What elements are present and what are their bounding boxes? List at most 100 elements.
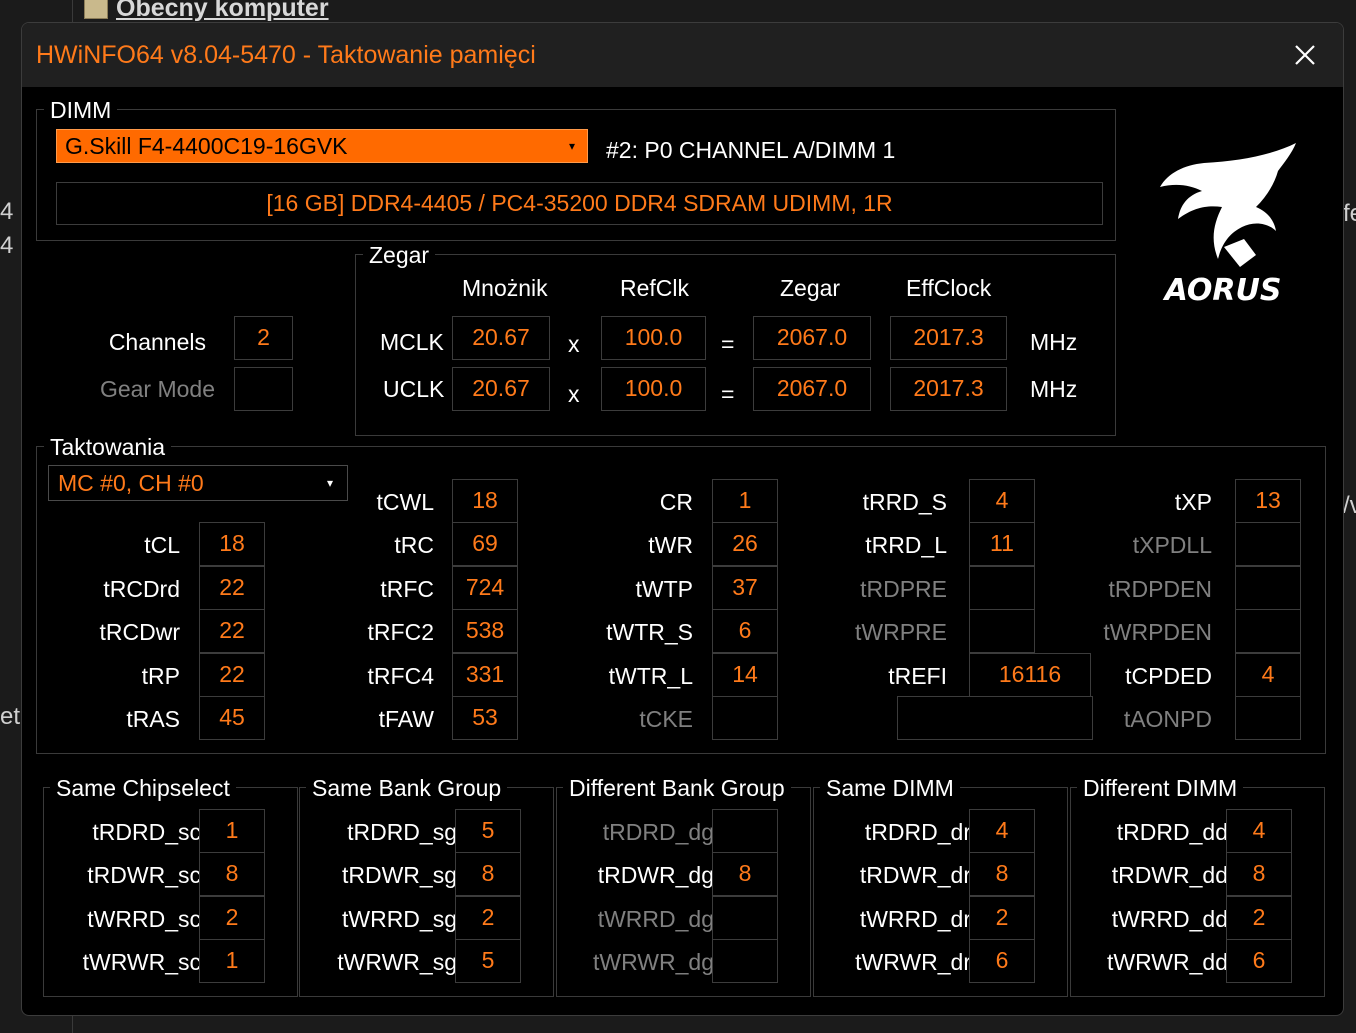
trfc2-label: tRFC2	[367, 619, 434, 645]
trfc-value: 724	[465, 574, 505, 600]
txp-value: 13	[1255, 487, 1281, 513]
trfc2-value: 538	[465, 617, 505, 643]
trfc4-box: 331	[452, 653, 518, 697]
tcl-label: tCL	[144, 532, 180, 558]
trefi-box: 16116	[969, 653, 1091, 697]
cr-box: 1	[712, 479, 778, 523]
trdwr-dg-value: 8	[738, 860, 752, 886]
twrrd-sg-value: 2	[481, 904, 495, 930]
trdwr-dr-box: 8	[969, 852, 1035, 896]
clock-header-multiplier: Mnożnik	[462, 275, 548, 301]
trdwr-dd-label: tRDWR_dd	[1111, 862, 1228, 888]
trdrd-sc-box: 1	[199, 809, 265, 853]
trcdrd-value: 22	[219, 574, 245, 600]
twtr-s-value: 6	[738, 617, 752, 643]
twrwr-dr-box: 6	[969, 939, 1035, 983]
twrpre-label: tWRPRE	[855, 619, 947, 645]
txpdll-box	[1235, 522, 1301, 566]
different-dimm-group-label: Different DIMM	[1077, 775, 1244, 801]
twrwr-sg-box: 5	[455, 939, 521, 983]
background-tree-item[interactable]: Obecny komputer	[84, 0, 329, 23]
tcpded-label: tCPDED	[1125, 663, 1212, 689]
twrwr-dd-value: 6	[1252, 947, 1266, 973]
trdpden-label: tRDPDEN	[1108, 576, 1212, 602]
mclk-multiplier-box: 20.67	[452, 316, 550, 360]
uclk-refclk: 100.0	[624, 375, 683, 401]
twrpden-label: tWRPDEN	[1103, 619, 1212, 645]
tcl-box: 18	[199, 522, 265, 566]
trp-box: 22	[199, 653, 265, 697]
twrrd-dd-value: 2	[1252, 904, 1266, 930]
clock-group-label: Zegar	[363, 242, 436, 268]
taonpd-box	[1235, 696, 1301, 740]
trc-label: tRC	[394, 532, 434, 558]
twtp-box: 37	[712, 566, 778, 610]
twr-box: 26	[712, 522, 778, 566]
trcdwr-box: 22	[199, 609, 265, 653]
trrd-s-box: 4	[969, 479, 1035, 523]
trdpre-label: tRDPRE	[860, 576, 947, 602]
dimm-module-value: G.Skill F4-4400C19-16GVK	[65, 133, 348, 159]
trdrd-sc-value: 1	[225, 817, 239, 843]
tcwl-label: tCWL	[376, 489, 435, 515]
close-icon[interactable]	[1291, 41, 1319, 69]
background-title: Obecny komputer	[116, 0, 329, 22]
trfc4-value: 331	[465, 661, 505, 687]
memory-controller-select[interactable]: MC #0, CH #0 ▾	[48, 465, 348, 501]
trfc-label: tRFC	[380, 576, 434, 602]
trdrd-dr-box: 4	[969, 809, 1035, 853]
tcke-box	[712, 696, 778, 740]
mclk-multiplier: 20.67	[472, 324, 530, 350]
trrd-l-value: 11	[990, 530, 1014, 556]
trdwr-dr-label: tRDWR_dr	[859, 862, 971, 888]
trdwr-sg-label: tRDWR_sg	[341, 862, 457, 888]
same-bank-group-group-label: Same Bank Group	[306, 775, 508, 801]
trcdwr-value: 22	[219, 617, 245, 643]
chevron-down-icon: ▾	[326, 476, 333, 490]
trdrd-dd-box: 4	[1226, 809, 1292, 853]
trdwr-dg-label: tRDWR_dg	[597, 862, 714, 888]
trrd-s-value: 4	[995, 487, 1009, 513]
twtr-l-value: 14	[732, 661, 758, 687]
uclk-effclock: 2017.3	[913, 375, 984, 401]
uclk-op-eq: =	[721, 381, 735, 407]
twrwr-dg-label: tWRWR_dg	[593, 949, 714, 975]
memory-timings-window: HWiNFO64 v8.04-5470 - Taktowanie pamięci…	[21, 22, 1344, 1016]
same-dimm-group-label: Same DIMM	[820, 775, 960, 801]
twrrd-dr-box: 2	[969, 896, 1035, 940]
mclk-effclock: 2017.3	[913, 324, 984, 350]
different-bank-group-group-label: Different Bank Group	[563, 775, 791, 801]
trrd-s-label: tRRD_S	[862, 489, 947, 515]
tras-label: tRAS	[126, 706, 180, 732]
dimm-description: [16 GB] DDR4-4405 / PC4-35200 DDR4 SDRAM…	[266, 190, 893, 216]
channels-value: 2	[257, 324, 270, 350]
window-title: HWiNFO64 v8.04-5470 - Taktowanie pamięci	[36, 41, 536, 69]
clock-header-refclk: RefClk	[620, 275, 690, 301]
twtp-label: tWTP	[635, 576, 694, 602]
computer-icon	[84, 0, 108, 20]
tras-box: 45	[199, 696, 265, 740]
background-fragment: fe	[1343, 200, 1356, 227]
mclk-refclk: 100.0	[624, 324, 683, 350]
twrwr-dr-label: tWRWR_dr	[855, 949, 971, 975]
trdwr-sc-box: 8	[199, 852, 265, 896]
channels-box: 2	[234, 316, 293, 360]
uclk-label: UCLK	[383, 376, 445, 402]
trdwr-sc-label: tRDWR_sc	[87, 862, 201, 888]
title-bar[interactable]: HWiNFO64 v8.04-5470 - Taktowanie pamięci	[22, 23, 1343, 87]
mclk-effclock-box: 2017.3	[890, 316, 1007, 360]
twrrd-dd-box: 2	[1226, 896, 1292, 940]
txp-box: 13	[1235, 479, 1301, 523]
tcwl-value: 18	[472, 487, 498, 513]
background-fragment: et	[0, 703, 21, 730]
twrpre-box	[969, 609, 1035, 653]
twrwr-dd-box: 6	[1226, 939, 1292, 983]
tras-value: 45	[219, 704, 245, 730]
dimm-slot-label: #2: P0 CHANNEL A/DIMM 1	[606, 137, 896, 163]
dimm-module-select[interactable]: G.Skill F4-4400C19-16GVK ▾	[56, 129, 588, 163]
gear-mode-box	[234, 367, 293, 411]
tfaw-label: tFAW	[378, 706, 434, 732]
twtr-s-box: 6	[712, 609, 778, 653]
trdwr-sg-box: 8	[455, 852, 521, 896]
trdrd-dr-label: tRDRD_dr	[864, 819, 971, 845]
